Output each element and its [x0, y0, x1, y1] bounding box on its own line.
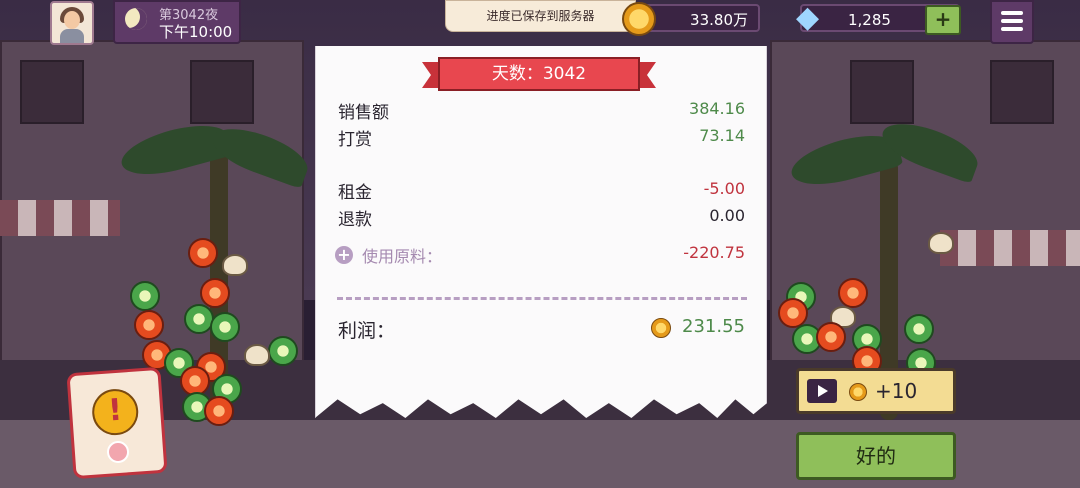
tomato-icon [838, 278, 868, 308]
moon-icon [125, 8, 147, 30]
ingredients-value: -220.75 [683, 243, 745, 262]
refund-label: 退款 [338, 210, 372, 230]
notification-dot [106, 440, 130, 464]
sales-value: 384.16 [689, 99, 745, 118]
watch-ad-button[interactable]: +10 [796, 368, 956, 414]
shop-awning [940, 230, 1080, 266]
exclamation-icon: ! [90, 387, 140, 437]
building-window [20, 60, 84, 124]
menu-button[interactable] [990, 0, 1034, 44]
coin-icon [622, 2, 656, 36]
mushroom-icon [222, 254, 248, 276]
tomato-icon [816, 322, 846, 352]
mushroom-icon [928, 232, 954, 254]
shop-awning [0, 200, 120, 236]
pepper-icon [268, 336, 298, 366]
tips-label: 打赏 [338, 130, 372, 150]
hamburger-icon [1001, 19, 1023, 23]
buy-gems-button[interactable]: + [925, 5, 961, 35]
player-avatar[interactable] [50, 1, 94, 45]
diamond-icon: ◆ [796, 0, 820, 35]
receipt-divider [337, 297, 747, 300]
building-window [990, 60, 1054, 124]
building-window [850, 60, 914, 124]
coin-icon [849, 383, 867, 401]
ingredients-label: 使用原料： [362, 247, 443, 266]
tips-value: 73.14 [699, 126, 745, 145]
video-play-icon [807, 379, 837, 403]
avatar-face [64, 11, 80, 29]
pepper-icon [904, 314, 934, 344]
night-clock-panel: 第3042夜 下午10:00 [113, 0, 241, 44]
mushroom-icon [244, 344, 270, 366]
expand-ingredients-button[interactable]: + [335, 246, 353, 264]
alert-card[interactable]: ! [66, 366, 168, 480]
tomato-icon [134, 310, 164, 340]
pepper-icon [210, 312, 240, 342]
tomato-icon [188, 238, 218, 268]
pepper-icon [130, 281, 160, 311]
rent-value: -5.00 [703, 179, 745, 198]
ad-reward-amount: +10 [875, 379, 918, 403]
day-ribbon: 天数：3042 [422, 57, 656, 93]
refund-value: 0.00 [709, 206, 745, 225]
profit-label: 利润： [338, 320, 396, 342]
building-window [190, 60, 254, 124]
hamburger-icon [1001, 27, 1023, 31]
rent-label: 租金 [338, 183, 372, 203]
day-count: 天数：3042 [438, 57, 640, 91]
save-toast: 进度已保存到服务器 [445, 0, 636, 32]
tomato-icon [204, 396, 234, 426]
hamburger-icon [1001, 11, 1023, 15]
ok-button[interactable]: 好的 [796, 432, 956, 480]
sales-label: 销售额 [338, 103, 389, 123]
clock-time: 下午10:00 [159, 23, 233, 41]
tomato-icon [200, 278, 230, 308]
avatar-body [60, 29, 84, 43]
coin-icon [651, 318, 671, 338]
profit-value: 231.55 [682, 316, 745, 337]
